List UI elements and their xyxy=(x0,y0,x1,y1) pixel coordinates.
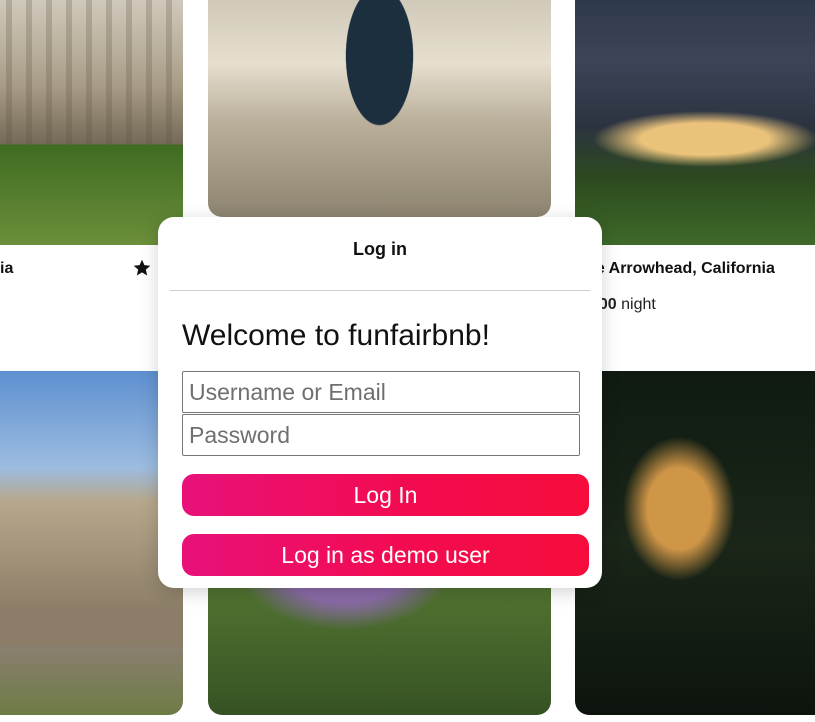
demo-login-button[interactable]: Log in as demo user xyxy=(182,534,589,576)
welcome-heading: Welcome to funfairbnb! xyxy=(182,319,490,352)
login-button[interactable]: Log In xyxy=(182,474,589,516)
login-modal: Log in Welcome to funfairbnb! Log In Log… xyxy=(158,217,602,588)
modal-title: Log in xyxy=(353,239,407,259)
modal-divider xyxy=(170,290,590,291)
username-email-input[interactable] xyxy=(182,371,580,413)
password-input[interactable] xyxy=(182,414,580,456)
listings-page: ia ke Arrowhead, California 000 night Lo… xyxy=(0,0,815,722)
